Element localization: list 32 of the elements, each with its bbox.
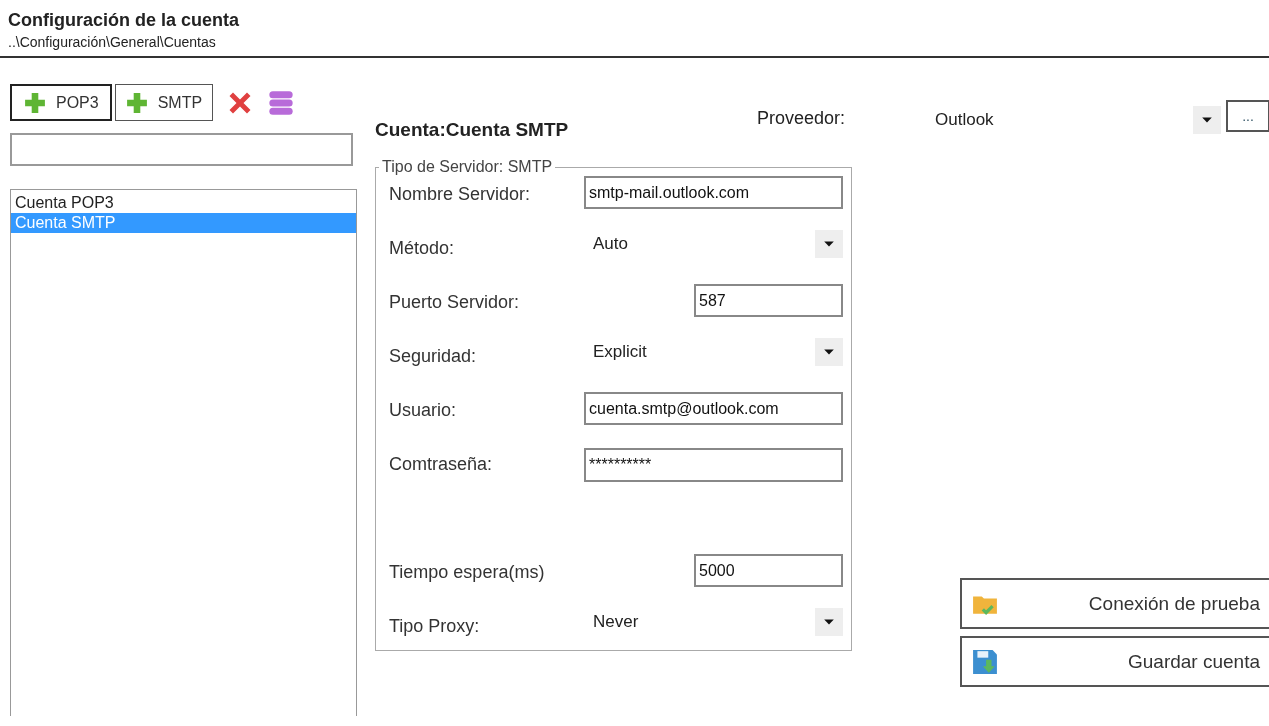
field-label: Comtraseña: (389, 453, 493, 475)
add-button[interactable]: POP3 (10, 84, 112, 121)
plus-icon (125, 91, 148, 114)
input-field[interactable]: 587 (694, 284, 843, 317)
account-item[interactable]: Cuenta POP3 (11, 193, 356, 213)
field-label: Nombre Servidor: (389, 183, 531, 205)
field-label: Puerto Servidor: (389, 291, 520, 313)
input-field[interactable]: ********** (584, 448, 843, 482)
dropdown[interactable]: Never (587, 608, 843, 636)
field-label: Usuario: (389, 399, 457, 421)
stack-icon[interactable] (267, 88, 296, 117)
account-heading: Cuenta:Cuenta SMTP (375, 118, 570, 141)
field-label: Tipo Proxy: (389, 615, 480, 637)
group-legend: Tipo de Servidor: SMTP (379, 158, 556, 176)
dropdown[interactable]: Auto (587, 230, 843, 258)
add-button[interactable]: SMTP (114, 84, 214, 121)
search-field[interactable] (10, 133, 353, 166)
input-field[interactable]: smtp-mail.outlook.com (584, 176, 843, 209)
field-label: Método: (389, 237, 455, 259)
action-button[interactable]: Conexión de prueba (960, 578, 1269, 629)
breadcrumb: ..\Configuración\General\Cuentas (8, 34, 217, 50)
provider-label: Proveedor: (757, 107, 847, 129)
dropdown[interactable]: Explicit (587, 338, 843, 366)
plus-icon (24, 91, 46, 114)
field-label: Tiempo espera(ms) (389, 561, 545, 583)
page-title: Configuración de la cuenta (8, 10, 241, 31)
more-button[interactable]: ... (1226, 100, 1269, 132)
action-button[interactable]: Guardar cuenta (960, 636, 1269, 687)
field-label: Seguridad: (389, 345, 477, 367)
input-field[interactable]: 5000 (694, 554, 843, 587)
provider-dropdown[interactable]: Outlook (935, 100, 1221, 134)
input-field[interactable]: cuenta.smtp@outlook.com (584, 392, 843, 425)
